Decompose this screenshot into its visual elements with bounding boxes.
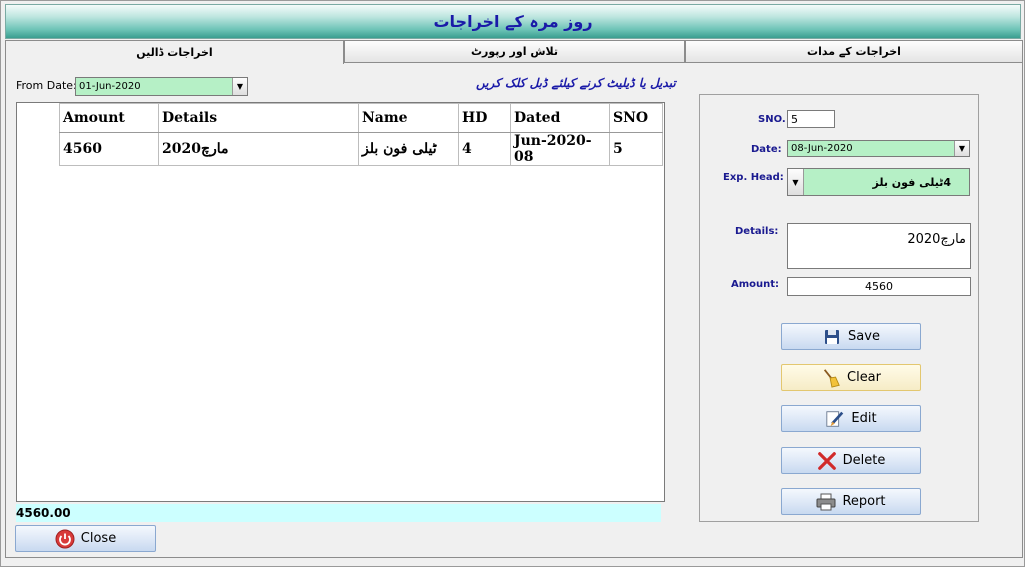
tab-label: اخراجات ڈالیں <box>136 46 213 59</box>
table-header-row: Amount Details Name HD Dated SNO <box>59 103 663 133</box>
entry-form-panel: SNO. 5 Date: 08-Jun-2020 ▼ Exp. Head: 4ٹ… <box>699 94 979 522</box>
chevron-down-icon[interactable]: ▼ <box>788 169 804 195</box>
date-value: 08-Jun-2020 <box>791 143 853 154</box>
column-header-details[interactable]: Details <box>158 103 359 133</box>
amount-input[interactable]: 4560 <box>787 277 971 296</box>
expenses-grid[interactable]: Amount Details Name HD Dated SNO 4560 ما… <box>16 102 665 502</box>
details-value: مارچ2020 <box>907 232 966 247</box>
clear-label: Clear <box>847 370 881 385</box>
report-button[interactable]: Report <box>781 488 921 515</box>
title-bar: روز مرہ کے اخراجات <box>5 4 1021 39</box>
cell-name: ٹیلی فون بلز <box>358 132 459 166</box>
amount-value: 4560 <box>865 280 893 293</box>
column-header-amount[interactable]: Amount <box>59 103 159 133</box>
details-input[interactable]: مارچ2020 <box>787 223 971 269</box>
app-window: روز مرہ کے اخراجات اخراجات ڈالیں تلاش او… <box>0 0 1025 567</box>
from-date-label: From Date: <box>16 79 77 92</box>
cell-hd: 4 <box>458 132 511 166</box>
double-click-hint: تبدیل یا ڈیلیٹ کرنے کیلئے ڈبل کلک کریں <box>476 76 676 90</box>
edit-label: Edit <box>851 411 877 426</box>
expenses-table: Amount Details Name HD Dated SNO 4560 ما… <box>59 103 663 166</box>
broom-icon <box>821 368 841 388</box>
close-label: Close <box>80 531 117 546</box>
details-label: Details: <box>735 226 779 237</box>
total-amount-bar: 4560.00 <box>16 504 661 522</box>
delete-label: Delete <box>842 453 886 468</box>
sno-value: 5 <box>791 112 798 126</box>
from-date-value: 01-Jun-2020 <box>79 81 141 92</box>
tab-search-report[interactable]: تلاش اور رپورٹ <box>344 40 685 62</box>
column-header-hd[interactable]: HD <box>458 103 511 133</box>
floppy-disk-icon <box>822 327 842 347</box>
cell-sno: 5 <box>609 132 663 166</box>
window-title: روز مرہ کے اخراجات <box>433 12 593 31</box>
exp-head-value: 4ٹیلی فون بلز <box>872 175 951 189</box>
column-header-name[interactable]: Name <box>358 103 459 133</box>
delete-button[interactable]: Delete <box>781 447 921 474</box>
delete-x-icon <box>817 451 837 471</box>
edit-pencil-icon <box>825 409 845 429</box>
cell-details: مارچ2020 <box>158 132 359 166</box>
clear-button[interactable]: Clear <box>781 364 921 391</box>
chevron-down-icon[interactable]: ▼ <box>232 78 247 95</box>
tab-content: From Date: 01-Jun-2020 ▼ تبدیل یا ڈیلیٹ … <box>5 62 1023 558</box>
close-button[interactable]: Close <box>15 525 156 552</box>
total-amount: 4560.00 <box>16 506 71 520</box>
amount-label: Amount: <box>731 279 780 290</box>
chevron-down-icon[interactable]: ▼ <box>954 141 969 156</box>
date-label: Date: <box>751 144 782 155</box>
save-label: Save <box>848 329 880 344</box>
printer-icon <box>816 492 836 512</box>
column-header-dated[interactable]: Dated <box>510 103 610 133</box>
exp-head-select[interactable]: 4ٹیلی فون بلز ▼ <box>787 168 970 196</box>
date-picker[interactable]: 08-Jun-2020 ▼ <box>787 140 970 157</box>
tab-label: اخراجات کے مدات <box>807 45 901 58</box>
tab-strip: اخراجات ڈالیں تلاش اور رپورٹ اخراجات کے … <box>5 40 1023 64</box>
table-row[interactable]: 4560 مارچ2020 ٹیلی فون بلز 4 Jun-2020-08… <box>59 132 663 166</box>
from-date-picker[interactable]: 01-Jun-2020 ▼ <box>75 77 248 96</box>
save-button[interactable]: Save <box>781 323 921 350</box>
column-header-sno[interactable]: SNO <box>609 103 663 133</box>
cell-amount: 4560 <box>59 132 159 166</box>
tab-expense-heads[interactable]: اخراجات کے مدات <box>685 40 1023 62</box>
cell-dated: Jun-2020-08 <box>510 132 610 166</box>
power-icon <box>55 529 75 549</box>
sno-label: SNO. <box>758 114 786 125</box>
tab-label: تلاش اور رپورٹ <box>470 45 558 58</box>
tab-add-expenses[interactable]: اخراجات ڈالیں <box>5 40 344 64</box>
edit-button[interactable]: Edit <box>781 405 921 432</box>
exp-head-label: Exp. Head: <box>723 172 784 183</box>
report-label: Report <box>842 494 886 509</box>
sno-input[interactable]: 5 <box>787 110 835 128</box>
